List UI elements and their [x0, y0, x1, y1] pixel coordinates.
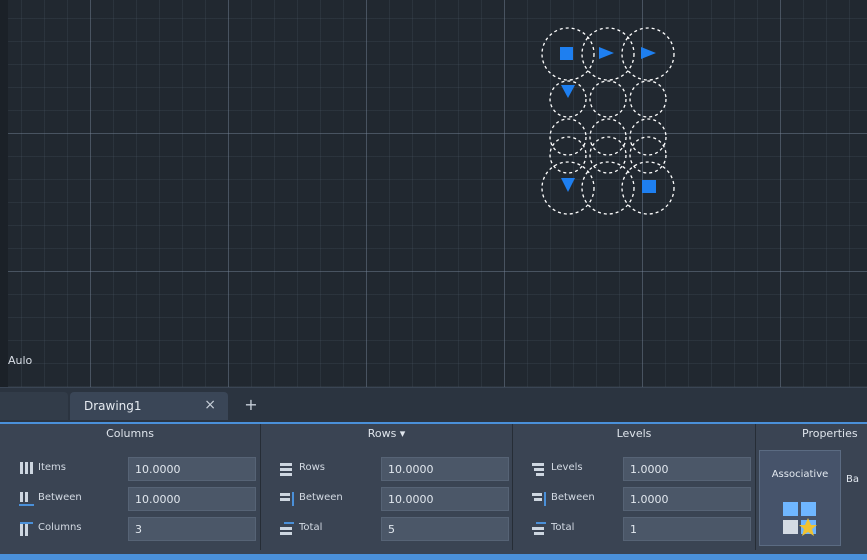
columns-total-icon: [20, 522, 33, 536]
panel-columns-title: Columns: [106, 427, 154, 440]
levels-total-label: Total: [551, 522, 575, 533]
levels-total-row: Total: [513, 516, 755, 542]
levels-total-icon: [532, 522, 546, 535]
drawing-canvas[interactable]: [0, 0, 867, 387]
tab-drawing[interactable]: Drawing1 ×: [70, 392, 228, 420]
column-count-grip-icon[interactable]: [641, 47, 656, 59]
column-spacing-grip-icon[interactable]: [599, 47, 614, 59]
rows-between-icon: [280, 492, 294, 506]
tab-start[interactable]: [0, 392, 68, 420]
levels-count-row: Levels: [513, 456, 755, 482]
base-point-button[interactable]: Ba: [846, 474, 859, 485]
array-item-r4-c2[interactable]: [589, 136, 627, 174]
array-item-r2-c3[interactable]: [629, 80, 667, 118]
row-column-count-grip-icon[interactable]: [642, 180, 656, 193]
columns-between-input[interactable]: [128, 487, 256, 511]
panel-properties: Properties Associative Ba: [756, 424, 867, 550]
panel-rows: Rows ▾ Rows Between Total: [261, 424, 513, 550]
rows-total-row: Total: [261, 516, 512, 542]
rows-count-input[interactable]: [381, 457, 509, 481]
associative-icon: [783, 502, 817, 536]
columns-items-row: Items: [0, 456, 260, 482]
rows-total-input[interactable]: [381, 517, 509, 541]
row-spacing-grip-icon[interactable]: [561, 85, 575, 98]
associative-button[interactable]: Associative: [759, 450, 841, 546]
ucs-label: Aulo: [8, 354, 33, 367]
levels-count-icon: [532, 463, 544, 476]
panel-properties-title: Properties: [802, 427, 858, 440]
ribbon-bottom-accent: [0, 554, 867, 560]
levels-count-label: Levels: [551, 462, 583, 473]
rows-between-input[interactable]: [381, 487, 509, 511]
array-item-r5-c2[interactable]: [581, 161, 635, 215]
rows-total-label: Total: [299, 522, 323, 533]
panel-levels-title: Levels: [616, 427, 652, 440]
columns-between-row: Between: [0, 486, 260, 512]
document-tab-bar: Drawing1 × +: [0, 387, 867, 423]
panel-rows-title[interactable]: Rows ▾: [261, 427, 512, 440]
levels-total-input[interactable]: [623, 517, 751, 541]
rows-between-label: Between: [299, 492, 343, 503]
levels-count-input[interactable]: [623, 457, 751, 481]
columns-items-input[interactable]: [128, 457, 256, 481]
array-ribbon: Columns Items Between Columns Rows ▾ Row…: [0, 422, 867, 560]
columns-total-label: Columns: [38, 522, 82, 533]
columns-items-label: Items: [38, 462, 66, 473]
panel-columns: Columns Items Between Columns: [0, 424, 261, 550]
add-tab-icon[interactable]: +: [240, 394, 262, 416]
row-count-grip-icon[interactable]: [561, 178, 575, 192]
array-item-r2-c2[interactable]: [589, 80, 627, 118]
close-icon[interactable]: ×: [204, 397, 216, 413]
array-item-r4-c1[interactable]: [549, 136, 587, 174]
rows-count-icon: [280, 463, 292, 476]
columns-count-icon: [20, 462, 33, 474]
columns-between-label: Between: [38, 492, 82, 503]
rectangular-array-preview[interactable]: [535, 20, 685, 220]
levels-between-row: Between: [513, 486, 755, 512]
canvas-edge-strip: [0, 0, 8, 387]
rows-total-icon: [280, 522, 294, 535]
rows-count-row: Rows: [261, 456, 512, 482]
columns-total-row: Columns: [0, 516, 260, 542]
levels-between-input[interactable]: [623, 487, 751, 511]
columns-between-icon: [19, 492, 34, 506]
tab-drawing-label: Drawing1: [84, 399, 142, 413]
rows-between-row: Between: [261, 486, 512, 512]
rows-count-label: Rows: [299, 462, 326, 473]
levels-between-icon: [532, 492, 546, 506]
levels-between-label: Between: [551, 492, 595, 503]
array-item-r4-c3[interactable]: [629, 136, 667, 174]
columns-total-input[interactable]: [128, 517, 256, 541]
associative-label: Associative: [771, 469, 829, 480]
panel-levels: Levels Levels Between Total: [513, 424, 756, 550]
base-grip-icon[interactable]: [560, 47, 573, 60]
